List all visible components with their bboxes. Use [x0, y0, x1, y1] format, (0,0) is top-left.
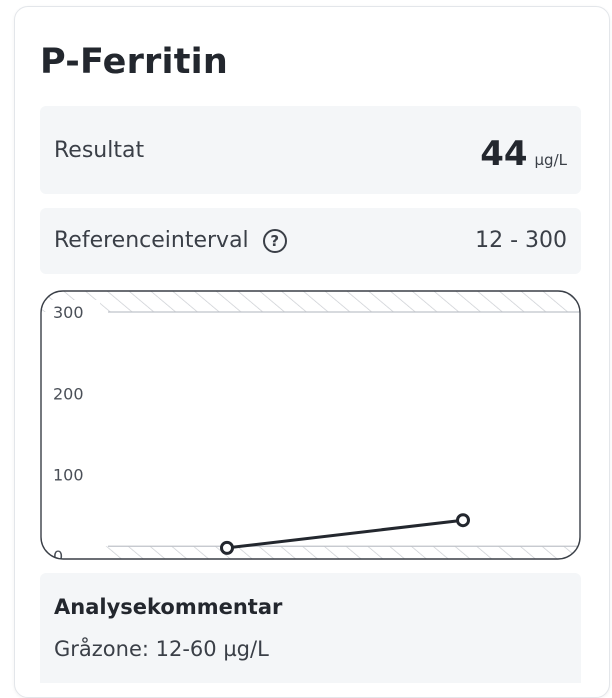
analysis-comment: Analysekommentar Gråzone: 12-60 µg/L — [40, 573, 581, 683]
y-tick-label: 200 — [53, 384, 84, 403]
comment-title: Analysekommentar — [54, 595, 283, 619]
result-unit: µg/L — [534, 151, 567, 169]
reference-label: Referenceinterval — [54, 228, 249, 253]
chart-frame — [40, 290, 581, 560]
question-circle-icon[interactable]: ? — [262, 228, 287, 253]
series-line — [226, 518, 464, 550]
comment-text: Gråzone: 12-60 µg/L — [54, 637, 269, 661]
above-range-hatch — [41, 291, 580, 312]
result-number: 44 — [480, 134, 528, 174]
result-value: 44 µg/L — [480, 134, 567, 174]
plot-area: 3002001000 — [41, 291, 580, 559]
result-row: Resultat 44 µg/L — [40, 106, 581, 194]
result-label: Resultat — [54, 138, 145, 163]
reference-row: Referenceinterval ? 12 - 300 — [40, 208, 581, 274]
data-point[interactable] — [456, 513, 470, 528]
page-title: P-Ferritin — [40, 42, 228, 82]
y-tick-label: 100 — [53, 466, 84, 485]
below-range-hatch — [41, 546, 580, 559]
data-point[interactable] — [220, 540, 234, 555]
result-history-chart: 3002001000 — [40, 290, 581, 560]
reference-label-group: Referenceinterval ? — [54, 228, 287, 253]
reference-value: 12 - 300 — [475, 228, 567, 253]
y-tick-label: 300 — [53, 303, 84, 322]
